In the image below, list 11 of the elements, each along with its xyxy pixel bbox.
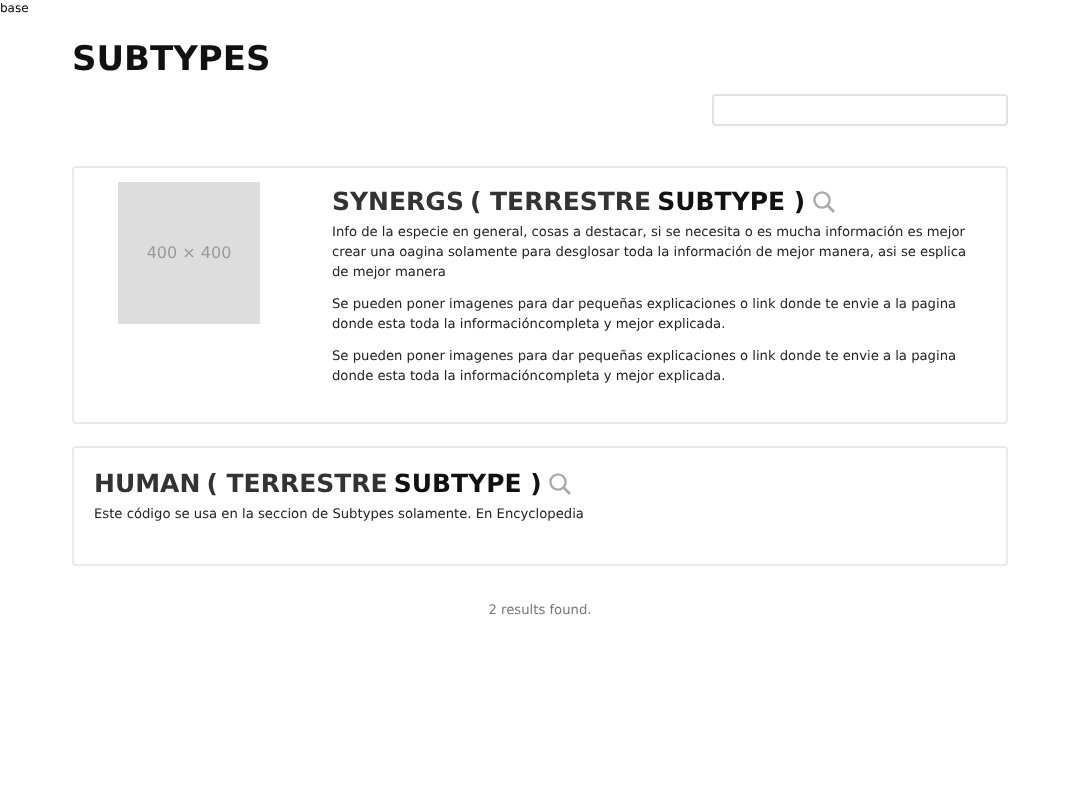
subtype-category: ( TERRESTRE <box>206 468 388 498</box>
page-title: SUBTYPES <box>72 40 271 80</box>
subtype-name: HUMAN <box>94 468 201 498</box>
image-size-label: 400 × 400 <box>146 244 232 262</box>
search-icon[interactable] <box>811 189 836 213</box>
subtype-label: SUBTYPE ) <box>657 186 806 216</box>
search-field[interactable] <box>712 94 1008 126</box>
search-icon[interactable] <box>547 471 572 495</box>
subtype-category: ( TERRESTRE <box>469 186 652 216</box>
subtype-name: SYNERGS <box>332 186 464 216</box>
subtype-label: SUBTYPE ) <box>393 468 542 498</box>
